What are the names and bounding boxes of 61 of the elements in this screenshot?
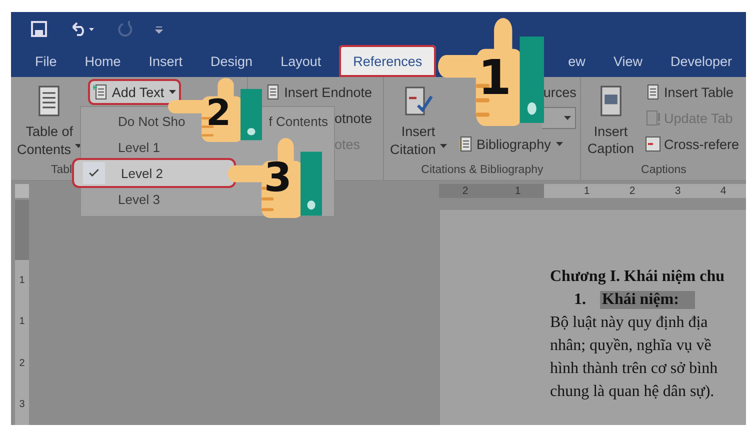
paragraph-line: nhân; quyền, nghĩa vụ về bbox=[550, 337, 712, 355]
document-plus-icon bbox=[92, 84, 109, 100]
list-number: 1. bbox=[574, 291, 586, 309]
paragraph-line: chung là quan hệ dân sự). bbox=[550, 383, 716, 401]
ribbon-tab[interactable]: References bbox=[339, 45, 436, 77]
insert-caption-button[interactable]: Insert Caption bbox=[585, 81, 636, 160]
ruler-number: 3 bbox=[674, 184, 681, 196]
pointing-hand-icon bbox=[438, 18, 544, 126]
menu-item[interactable]: Level 1 bbox=[81, 134, 334, 160]
ribbon-button[interactable]: otnote bbox=[331, 107, 375, 129]
manage-sources-button[interactable]: urces bbox=[543, 81, 576, 103]
paragraph-line: hình thành trên cơ sở bình bbox=[550, 360, 719, 378]
caret-icon bbox=[440, 144, 447, 148]
ribbon-tab[interactable]: ew bbox=[568, 45, 600, 77]
ribbon-tab[interactable]: Layout bbox=[266, 45, 336, 77]
ribbon-tab[interactable]: Insert bbox=[134, 45, 197, 77]
ruler-number: 2 bbox=[462, 184, 468, 196]
citation-page-icon bbox=[403, 85, 434, 117]
caret-icon bbox=[564, 116, 572, 120]
ribbon-tab[interactable]: Design bbox=[196, 45, 267, 77]
ribbon-button[interactable]: Insert Endnote bbox=[262, 81, 375, 103]
ribbon-tab[interactable]: Developer bbox=[656, 45, 746, 77]
group-label: Tabl bbox=[51, 164, 72, 176]
document-lines-icon bbox=[36, 85, 62, 117]
ruler-number: 2 bbox=[629, 184, 636, 196]
caret-icon bbox=[556, 142, 563, 146]
ruler-margin bbox=[15, 200, 29, 260]
ruler-number: 2 bbox=[19, 358, 25, 369]
group-label: Captions bbox=[640, 163, 688, 178]
step-number: 2 bbox=[206, 96, 232, 132]
ruler-number: 4 bbox=[720, 184, 726, 196]
ribbon-tab[interactable]: Home bbox=[70, 45, 135, 77]
group-label: Citations & Bibliography bbox=[420, 163, 544, 178]
ruler-number: 3 bbox=[19, 398, 25, 410]
bibliography-button[interactable]: Bibliography bbox=[454, 133, 566, 155]
save-icon[interactable] bbox=[31, 20, 47, 36]
ribbon-button[interactable]: Cross-refere bbox=[642, 133, 742, 155]
customize-toolbar-icon[interactable] bbox=[155, 24, 163, 34]
caret-icon bbox=[169, 90, 176, 94]
books-icon bbox=[458, 136, 474, 152]
ruler-number: 1 bbox=[19, 316, 25, 328]
paragraph-line: Bộ luật này quy định địa bbox=[550, 314, 709, 332]
caption-page-icon bbox=[598, 85, 624, 117]
insert-citation-button[interactable]: Insert Citation bbox=[388, 81, 449, 160]
list-item-text: Khái niệm: bbox=[600, 291, 695, 309]
step-number: 3 bbox=[264, 158, 292, 198]
endnote-icon bbox=[265, 84, 282, 100]
pointing-hand-icon bbox=[228, 138, 322, 218]
ribbon-tab[interactable]: File bbox=[21, 45, 71, 77]
add-text-button[interactable]: Add Text bbox=[90, 81, 180, 103]
cross-reference-icon bbox=[644, 136, 661, 152]
ribbon-button[interactable]: Insert Table bbox=[642, 81, 742, 103]
ruler-number: 1 bbox=[19, 275, 25, 286]
step-number: 1 bbox=[478, 54, 512, 102]
page-alert-icon bbox=[644, 110, 661, 126]
ribbon-tab[interactable]: View bbox=[599, 45, 656, 77]
menu-item[interactable]: Level 2 bbox=[74, 160, 234, 186]
table-page-icon bbox=[644, 84, 661, 100]
ruler-number: 1 bbox=[514, 184, 521, 196]
ruler-number: 1 bbox=[584, 184, 590, 196]
chapter-heading: Chương I. Khái niệm chu bbox=[550, 268, 726, 286]
